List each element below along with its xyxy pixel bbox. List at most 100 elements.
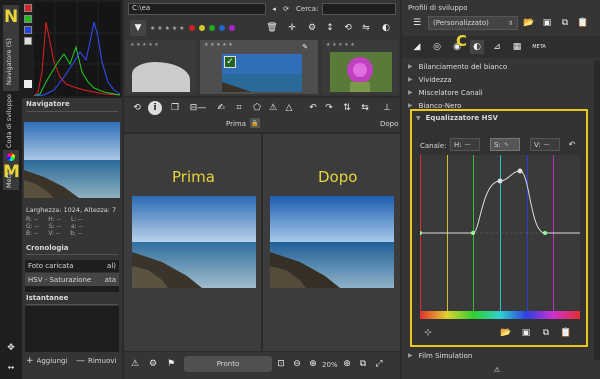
history-item[interactable]: Foto caricata al) [25, 260, 119, 273]
tab-transform-icon[interactable]: ⊿ [490, 40, 504, 54]
gamut-icon[interactable]: ⚑ [164, 357, 178, 371]
clip-warning-icon[interactable]: △ [282, 101, 296, 115]
flip-icon[interactable]: ⇋ [358, 20, 374, 36]
check-icon[interactable]: ✓ [224, 56, 236, 68]
tab-queue[interactable]: Coda di sviluppo [3, 94, 19, 150]
add-snapshot-button[interactable]: + Aggiungi [26, 355, 70, 367]
paste-curve-icon[interactable]: 📋 [558, 325, 574, 341]
section-vibrance[interactable]: ▶ Vividezza [402, 73, 594, 86]
after-image[interactable] [270, 196, 394, 288]
zoom-out-icon[interactable]: ⊖ [290, 357, 304, 371]
section-film-simulation[interactable]: ▶ Film Simulation [402, 349, 594, 362]
rating-filter[interactable]: ★ ★ ★ ★ ★ [150, 22, 260, 34]
thumbnail[interactable]: ★ ★ ★ ★ ★ [322, 40, 398, 94]
scrollbar[interactable] [594, 60, 600, 360]
curve-editor-icon[interactable]: ⊹ [420, 325, 436, 341]
tab-meta-icon[interactable]: META [530, 40, 548, 54]
hsv-header[interactable]: ▼ Equalizzatore HSV [416, 114, 498, 122]
crosshair-icon[interactable]: ✥ [4, 341, 18, 355]
copy-icon[interactable]: ⧉ [558, 16, 572, 30]
channel-s-button[interactable]: S: ∿ [490, 138, 520, 151]
blue-label-icon [218, 25, 225, 31]
filter-icon[interactable]: ▼ [130, 20, 146, 36]
new-window-icon[interactable]: ⧉ [356, 357, 370, 371]
warning-icon[interactable]: ⚠ [128, 357, 142, 371]
crop-icon[interactable]: ✛ [284, 20, 300, 36]
zoom-100-icon[interactable]: ⊕ [306, 357, 320, 371]
copy-curve-icon[interactable]: ⧉ [538, 325, 554, 341]
save-curve-icon[interactable]: ▣ [518, 325, 534, 341]
history-item-value: ata [104, 275, 116, 284]
thumbnail-selected[interactable]: ★ ★ ★ ★ ★ ✎ ✓ [200, 40, 318, 94]
settings-icon[interactable]: ⚙ [304, 20, 320, 36]
rotate-right-icon[interactable]: ↷ [322, 101, 336, 115]
tab-exposure-icon[interactable]: ◎ [430, 40, 444, 54]
curve-line-icon: — [543, 141, 550, 148]
arrows-icon[interactable]: ↔ [4, 360, 18, 374]
search-input[interactable] [322, 3, 396, 15]
flip-horizontal-icon[interactable]: ⇆ [358, 101, 372, 115]
tab-color-icon[interactable]: ◐ [470, 40, 484, 54]
zoom-in-icon[interactable]: ⊕ [340, 357, 354, 371]
before-label: Prima [226, 120, 247, 128]
trash-icon[interactable]: 🗑 [264, 20, 280, 36]
refresh-icon[interactable]: ⟳ [280, 3, 292, 15]
hsv-curve-editor[interactable] [418, 155, 580, 311]
info-icon[interactable]: i [148, 101, 162, 115]
section-white-balance[interactable]: ▶ Bilanciamento del bianco [402, 60, 594, 73]
folder-up-icon[interactable]: ◂ [268, 3, 280, 15]
split-divider[interactable] [261, 134, 263, 351]
minus-icon: — [76, 356, 85, 366]
open-curve-icon[interactable]: 📂 [498, 325, 514, 341]
flip-vertical-icon[interactable]: ⇅ [340, 101, 354, 115]
save-icon[interactable]: ▣ [540, 16, 554, 30]
compare-mode-icon[interactable]: ⊟— [184, 101, 212, 115]
path-input[interactable]: C:\ea [128, 3, 266, 15]
crop-tool-icon[interactable]: ⌗ [232, 101, 246, 115]
color-picker-icon[interactable]: ✍ [214, 101, 228, 115]
section-channel-mixer[interactable]: ▶ Miscelatore Canali [402, 86, 594, 99]
tab-favorites-icon[interactable]: ◢ [410, 40, 424, 54]
open-folder-icon[interactable]: 📂 [522, 16, 536, 30]
channel-h-button[interactable]: H: — [450, 138, 480, 151]
paste-icon[interactable]: 📋 [576, 16, 590, 30]
star-filter-icon: ★ ★ ★ ★ ★ [150, 24, 185, 32]
tab-raw-icon[interactable]: ▦ [510, 40, 524, 54]
list-icon[interactable]: ☰ [410, 16, 424, 30]
thumbnail[interactable]: ★ ★ ★ ★ ★ [126, 40, 196, 94]
profile-select[interactable]: (Personalizzato) ⇕ [428, 16, 518, 30]
edit-icon[interactable]: ✎ [300, 42, 310, 52]
send-icon[interactable]: ⊥ [380, 101, 394, 115]
remove-snapshot-button[interactable]: — Rimuovi [76, 355, 120, 367]
fullscreen-icon[interactable]: ⤢ [372, 357, 386, 371]
histogram-raw-toggle[interactable] [24, 80, 32, 88]
before-image[interactable] [132, 196, 256, 288]
rotate-left-icon[interactable]: ↶ [306, 101, 320, 115]
levels-icon[interactable]: ↕ [322, 20, 338, 36]
lock-icon[interactable]: 🔒 [250, 118, 260, 128]
progress-bar: Pronto [184, 356, 272, 372]
readout-l: L: -- [71, 216, 83, 223]
gamut-warning-icon[interactable]: ⚠ [490, 364, 504, 376]
chevron-down-icon: ⇕ [507, 19, 513, 27]
channel-v-button[interactable]: V: — [530, 138, 560, 151]
histogram-green-toggle[interactable] [24, 15, 32, 23]
readout-lab-b: b: -- [70, 230, 83, 237]
history-item-selected[interactable]: HSV - Saturazione ata [25, 273, 119, 286]
tool-sections: ▶ Bilanciamento del bianco ▶ Vividezza ▶ Mi… [402, 60, 594, 112]
rotate-icon[interactable]: ⟲ [340, 20, 356, 36]
annotation-badge-n: N [4, 7, 19, 27]
zoom-fit-icon[interactable]: ⊡ [274, 357, 288, 371]
reset-icon[interactable]: ↶ [566, 138, 578, 151]
warning-icon[interactable]: ⚠ [266, 101, 280, 115]
histogram-blue-toggle[interactable] [24, 26, 32, 34]
settings-icon[interactable]: ⚙ [146, 357, 160, 371]
histogram-red-toggle[interactable] [24, 4, 32, 12]
exposure-icon[interactable]: ◐ [378, 20, 394, 36]
navigator-preview[interactable] [24, 122, 120, 198]
histogram-luma-toggle[interactable] [24, 37, 32, 45]
before-after-icon[interactable]: ❐ [168, 101, 182, 115]
history-icon[interactable]: ⟲ [130, 101, 144, 115]
straighten-icon[interactable]: ⬠ [250, 101, 264, 115]
curve-line-icon: — [464, 141, 471, 148]
